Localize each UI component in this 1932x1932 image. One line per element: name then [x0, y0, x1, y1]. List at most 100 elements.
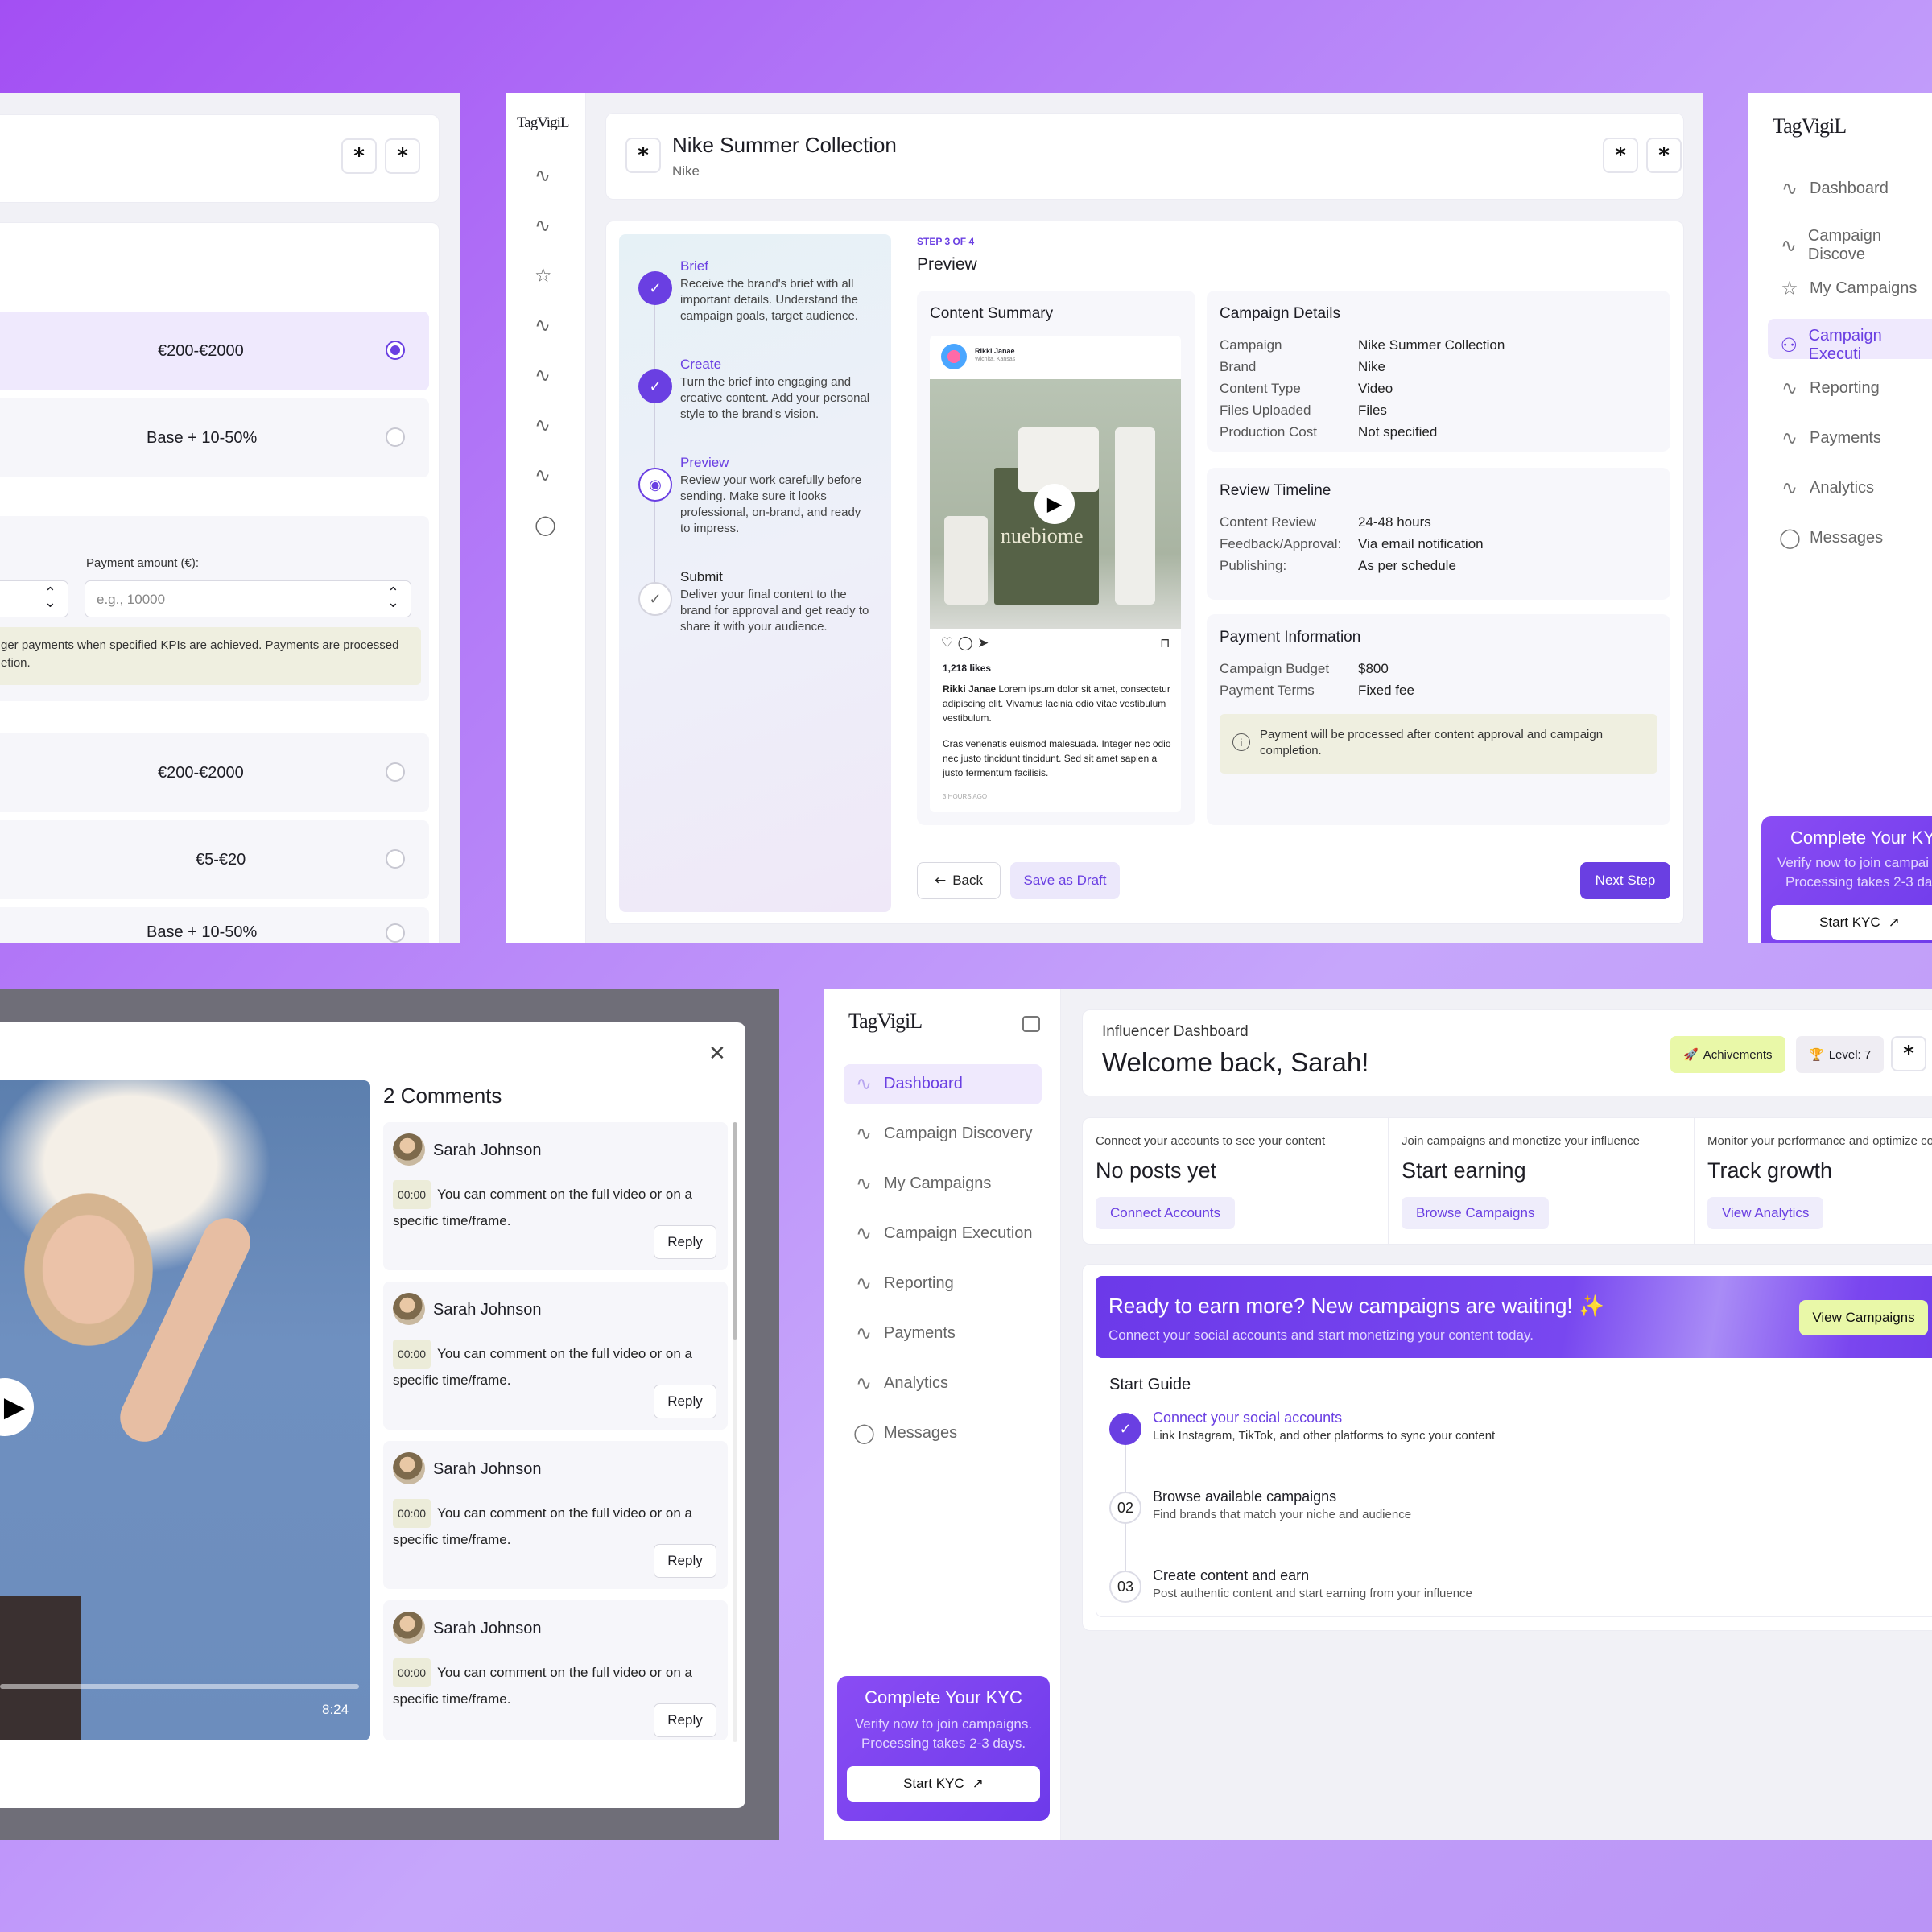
back-button[interactable]: ← Back	[917, 862, 1001, 899]
stat-hint: Monitor your performance and optimize co	[1707, 1134, 1932, 1148]
unit-select[interactable]: ⌃ ⌄	[0, 580, 68, 617]
nav-campaign-execution[interactable]: ⚇ Campaign Executi	[1779, 327, 1932, 364]
radio-button[interactable]	[386, 762, 405, 782]
activity-icon[interactable]: ∿	[535, 164, 551, 187]
reply-button[interactable]: Reply	[654, 1703, 716, 1737]
post-author: Rikki Janae	[975, 347, 1015, 355]
message-icon[interactable]: ◯	[535, 514, 556, 536]
view-analytics-button[interactable]: View Analytics	[1707, 1197, 1824, 1229]
nav-label: Campaign Executi	[1808, 327, 1882, 363]
asterisk-icon[interactable]: *	[625, 138, 661, 173]
timeline-value: As per schedule	[1358, 558, 1456, 573]
guide-step-title[interactable]: Browse available campaigns	[1153, 1488, 1336, 1505]
video-player[interactable]: ▶ 8:24	[0, 1080, 370, 1740]
payment-amount-input[interactable]: e.g., 10000 ⌃ ⌄	[85, 580, 411, 617]
pricing-option-4[interactable]: €5-€20	[0, 820, 429, 899]
kyc-title: Complete Your KYC	[865, 1687, 1022, 1707]
nav-dashboard[interactable]: ∿ Dashboard	[1779, 177, 1889, 200]
stat-card-posts: Connect your accounts to see your conten…	[1083, 1118, 1389, 1244]
play-button[interactable]: ▶	[1034, 484, 1075, 524]
nav-label: Payments	[1810, 428, 1881, 447]
level-badge[interactable]: 🏆 Level: 7	[1796, 1036, 1885, 1073]
sidebar-item-campaign-discovery[interactable]: ∿ Campaign Discovery	[853, 1122, 1033, 1145]
start-kyc-button[interactable]: Start KYC ↗	[847, 1766, 1040, 1802]
radio-button[interactable]	[386, 849, 405, 869]
activity-icon[interactable]: ∿	[535, 214, 551, 237]
comments-scrollbar[interactable]	[733, 1122, 737, 1742]
activity-icon[interactable]: ∿	[535, 464, 551, 486]
close-icon[interactable]: ✕	[708, 1042, 726, 1066]
view-campaigns-button[interactable]: View Campaigns	[1799, 1300, 1928, 1335]
achievements-badge[interactable]: 🚀 Achivements	[1670, 1036, 1785, 1073]
save-draft-button[interactable]: Save as Draft	[1010, 862, 1120, 899]
pricing-option-1[interactable]: €200-€2000	[0, 312, 429, 390]
pricing-option-2[interactable]: Base + 10-50%	[0, 398, 429, 477]
sidebar-collapse-icon[interactable]	[1022, 1016, 1040, 1032]
heart-icon[interactable]: ♡	[941, 635, 953, 651]
header-action-icon-1[interactable]: *	[341, 138, 377, 174]
next-step-button[interactable]: Next Step	[1580, 862, 1670, 899]
info-icon: i	[1232, 733, 1250, 751]
asterisk-icon[interactable]: *	[1891, 1036, 1926, 1071]
comment-author: Sarah Johnson	[433, 1141, 542, 1159]
reply-button[interactable]: Reply	[654, 1544, 716, 1578]
guide-step-title[interactable]: Create content and earn	[1153, 1567, 1309, 1584]
detail-value: Not specified	[1358, 424, 1438, 440]
post-time: 3 HOURS AGO	[943, 793, 988, 800]
star-icon[interactable]: ☆	[535, 264, 552, 287]
kyc-card: Complete Your KY Verify now to join camp…	[1761, 816, 1932, 943]
video-progress-bar[interactable]	[0, 1684, 359, 1689]
scrollbar-thumb[interactable]	[733, 1122, 737, 1340]
comment-text: You can comment on the full video or on …	[437, 1665, 692, 1680]
pricing-option-3[interactable]: €200-€2000	[0, 733, 429, 812]
nav-label: Dashboard	[884, 1074, 963, 1092]
sidebar-item-dashboard[interactable]: ∿ Dashboard	[853, 1072, 963, 1095]
video-play-button[interactable]: ▶	[0, 1378, 34, 1436]
radio-button[interactable]	[386, 341, 405, 360]
detail-value: Files	[1358, 402, 1387, 418]
activity-icon[interactable]: ∿	[535, 414, 551, 436]
stat-card-growth: Monitor your performance and optimize co…	[1695, 1118, 1932, 1244]
trophy-icon: 🏆	[1809, 1047, 1824, 1062]
sidebar-item-my-campaigns[interactable]: ∿ My Campaigns	[853, 1172, 991, 1195]
sidebar-item-messages[interactable]: ◯ Messages	[853, 1422, 957, 1444]
rocket-icon: 🚀	[1683, 1047, 1699, 1062]
header-action-icon-2[interactable]: *	[385, 138, 420, 174]
header-action-icon-1[interactable]: *	[1603, 138, 1638, 173]
reply-button[interactable]: Reply	[654, 1225, 716, 1259]
radio-button[interactable]	[386, 427, 405, 447]
bookmark-icon[interactable]: ⊓	[1160, 635, 1170, 650]
nav-reporting[interactable]: ∿ Reporting	[1779, 377, 1880, 399]
activity-icon[interactable]: ∿	[535, 364, 551, 386]
nav-messages[interactable]: ◯ Messages	[1779, 526, 1883, 549]
start-kyc-button[interactable]: Start KYC ↗	[1771, 905, 1932, 940]
comment-timestamp[interactable]: 00:00	[393, 1340, 431, 1368]
nav-label: Dashboard	[1810, 179, 1889, 197]
sidebar-item-campaign-execution[interactable]: ∿ Campaign Execution	[853, 1222, 1033, 1245]
sidebar-item-reporting[interactable]: ∿ Reporting	[853, 1272, 954, 1294]
radio-button[interactable]	[386, 923, 405, 943]
sidebar-item-analytics[interactable]: ∿ Analytics	[853, 1372, 948, 1394]
activity-icon: ∿	[855, 1322, 873, 1344]
comment-icon[interactable]: ◯	[958, 635, 973, 651]
activity-icon[interactable]: ∿	[535, 314, 551, 336]
comment-timestamp[interactable]: 00:00	[393, 1180, 431, 1209]
nav-campaign-discovery[interactable]: ∿ Campaign Discove	[1779, 227, 1932, 264]
comment-timestamp[interactable]: 00:00	[393, 1658, 431, 1687]
comments-panel: ✕ ▶ 8:24 2 Comments Sarah Johnson 00:00 Y…	[0, 989, 779, 1840]
guide-step-title[interactable]: Connect your social accounts	[1153, 1410, 1342, 1426]
post-image[interactable]: nuebiome ▶	[930, 379, 1181, 629]
instagram-post: Rikki Janae Wichita, Kansas nuebiome ▶ ♡…	[930, 336, 1181, 812]
header-action-icon-2[interactable]: *	[1646, 138, 1682, 173]
nav-my-campaigns[interactable]: ☆ My Campaigns	[1779, 277, 1917, 299]
campaign-banner: Ready to earn more? New campaigns are wa…	[1096, 1276, 1932, 1358]
browse-campaigns-button[interactable]: Browse Campaigns	[1402, 1197, 1550, 1229]
pricing-option-5[interactable]: Base + 10-50%	[0, 907, 429, 943]
share-icon[interactable]: ➤	[977, 635, 989, 651]
nav-analytics[interactable]: ∿ Analytics	[1779, 477, 1874, 499]
comment-timestamp[interactable]: 00:00	[393, 1499, 431, 1528]
nav-payments[interactable]: ∿ Payments	[1779, 427, 1881, 449]
connect-accounts-button[interactable]: Connect Accounts	[1096, 1197, 1236, 1229]
reply-button[interactable]: Reply	[654, 1385, 716, 1418]
sidebar-item-payments[interactable]: ∿ Payments	[853, 1322, 956, 1344]
